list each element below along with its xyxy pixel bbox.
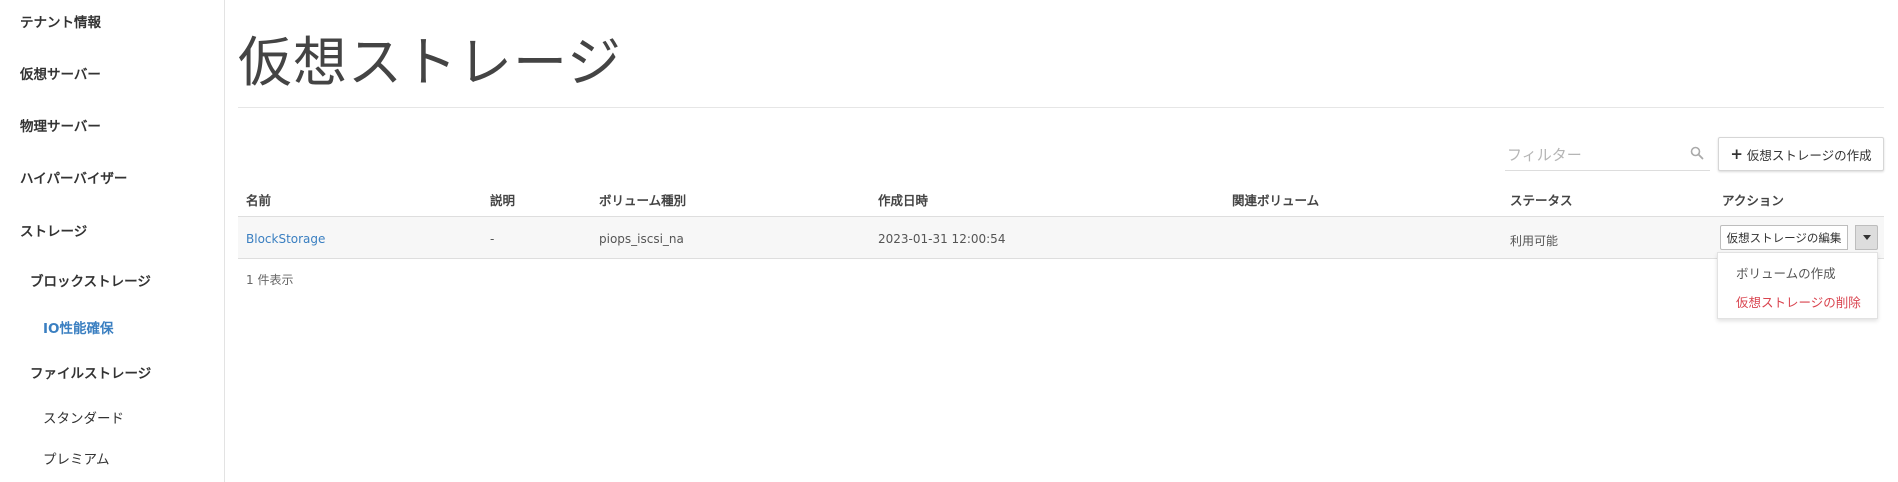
storage-status: 利用可能 <box>1510 234 1559 248</box>
page-title: 仮想ストレージ <box>238 31 622 94</box>
title-divider <box>238 107 1884 108</box>
column-header-related-volumes[interactable]: 関連ボリューム <box>1232 190 1319 209</box>
search-icon[interactable] <box>1690 145 1704 160</box>
caret-down-icon <box>1862 235 1871 240</box>
item-count: 1 件表示 <box>246 273 294 287</box>
sidebar-item-tenant-info[interactable]: テナント情報 <box>20 11 101 31</box>
sidebar-item-block-storage[interactable]: ブロックストレージ <box>30 270 151 290</box>
storage-name-link[interactable]: BlockStorage <box>246 232 325 246</box>
plus-icon: + <box>1730 145 1743 163</box>
sidebar-item-io-performance[interactable]: IO性能確保 <box>43 317 114 337</box>
storage-volume-type: piops_iscsi_na <box>599 232 684 246</box>
storage-created-at: 2023-01-31 12:00:54 <box>878 232 1006 246</box>
edit-virtual-storage-button[interactable]: 仮想ストレージの編集 <box>1720 225 1848 250</box>
storage-description: - <box>490 232 495 246</box>
sidebar: テナント情報 仮想サーバー 物理サーバー ハイパーバイザー ストレージ ブロック… <box>0 0 225 482</box>
action-dropdown-menu: ボリュームの作成 仮想ストレージの削除 <box>1717 252 1878 319</box>
table-row <box>238 217 1884 258</box>
column-header-description[interactable]: 説明 <box>490 190 515 209</box>
column-header-created-at[interactable]: 作成日時 <box>878 190 928 209</box>
action-dropdown-toggle[interactable] <box>1855 225 1878 250</box>
filter-input[interactable] <box>1505 140 1710 171</box>
create-virtual-storage-button[interactable]: + 仮想ストレージの作成 <box>1718 137 1884 171</box>
column-header-volume-type[interactable]: ボリューム種別 <box>599 190 686 209</box>
column-header-name[interactable]: 名前 <box>246 190 271 209</box>
sidebar-item-file-storage[interactable]: ファイルストレージ <box>30 362 151 382</box>
column-header-actions: アクション <box>1722 193 1784 208</box>
sidebar-item-hypervisor[interactable]: ハイパーバイザー <box>20 167 127 187</box>
create-volume-menu-item[interactable]: ボリュームの作成 <box>1736 263 1836 282</box>
sidebar-item-storage[interactable]: ストレージ <box>20 220 87 240</box>
delete-virtual-storage-menu-item[interactable]: 仮想ストレージの削除 <box>1736 292 1861 311</box>
sidebar-item-physical-servers[interactable]: 物理サーバー <box>20 115 101 135</box>
sidebar-item-premium[interactable]: プレミアム <box>43 448 110 468</box>
create-virtual-storage-label: 仮想ストレージの作成 <box>1746 147 1872 163</box>
column-header-status[interactable]: ステータス <box>1510 190 1573 209</box>
table-row-divider <box>238 258 1884 259</box>
sidebar-item-virtual-servers[interactable]: 仮想サーバー <box>20 63 101 83</box>
sidebar-item-standard[interactable]: スタンダード <box>43 407 124 427</box>
